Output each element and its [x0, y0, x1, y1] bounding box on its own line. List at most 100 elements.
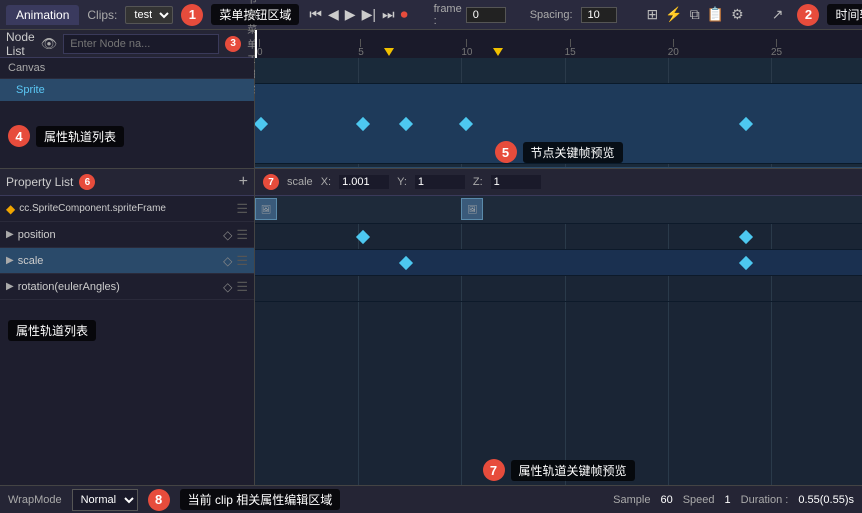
node-keyframes-area: 5 节点关键帧预览 — [255, 58, 862, 168]
frame-input[interactable] — [466, 7, 506, 23]
node-item-sprite[interactable]: Sprite — [0, 79, 254, 101]
left-panel: Node List 👁 3 节点菜单工具栏 Canvas Sprite 4 属性… — [0, 30, 255, 485]
event-marker-2 — [493, 48, 503, 56]
event-marker-1 — [384, 48, 394, 56]
wrapmode-select[interactable]: Normal — [72, 489, 138, 511]
prop-name-position: position — [18, 229, 219, 241]
node-list-label: 属性轨道列表 — [36, 126, 124, 147]
add-property-icon[interactable]: + — [239, 173, 248, 191]
wrapmode-label: WrapMode — [8, 494, 62, 506]
prop-keyframe-label: 属性轨道关键帧预览 — [510, 460, 634, 481]
node-search-input[interactable] — [63, 34, 219, 54]
y-value-input[interactable] — [415, 175, 465, 189]
frame-box: frame : — [434, 3, 506, 27]
timeline-ruler: 0 5 10 15 20 25 — [255, 30, 862, 58]
prop-item-rotation[interactable]: ▶ rotation(eulerAngles) ◇ ☰ — [0, 274, 254, 300]
current-clip-label: 当前 clip 相关属性编辑区域 — [180, 489, 341, 510]
node-keyframe-label: 节点关键帧预览 — [522, 142, 622, 163]
paste-icon[interactable]: 📋 — [705, 4, 726, 25]
pkf-spriteframe-row: 🖼 🖼 — [255, 196, 862, 224]
timeline-label: 时间轴与事件帧 — [827, 4, 862, 25]
arrow-icon-scale: ▶ — [6, 255, 14, 266]
prop-item-position[interactable]: ▶ position ◇ ☰ — [0, 222, 254, 248]
annotation-5: 5 — [494, 141, 516, 163]
annotation-4: 4 — [8, 125, 30, 147]
node-list-header: Node List 👁 3 节点菜单工具栏 — [0, 30, 254, 58]
prop-track-label: 属性轨道列表 — [8, 320, 96, 341]
prop-item-spriteframe[interactable]: ◆ cc.SpriteComponent.spriteFrame ☰ — [0, 196, 254, 222]
z-value-input[interactable] — [491, 175, 541, 189]
pkf-position-row — [255, 224, 862, 250]
ruler-tick-20: 20 — [668, 39, 679, 58]
duration-label: Duration : — [741, 494, 789, 506]
timeline-ruler-header: 0 5 10 15 20 25 — [255, 30, 862, 58]
prop-values-header: 7 scale X: Y: Z: — [255, 168, 862, 196]
ruler-tick-25: 25 — [771, 39, 782, 58]
record-button[interactable]: ⏺ — [399, 6, 410, 23]
diamond-marker-10 — [459, 116, 473, 130]
diamond-marker-24 — [739, 116, 753, 130]
node-group-canvas: Canvas — [0, 58, 254, 79]
frame-label: frame : — [434, 3, 462, 27]
duration-value: 0.55(0.55)s — [798, 494, 854, 506]
annotation-1: 1 — [181, 4, 203, 26]
prop-lines-scale: ☰ — [236, 253, 248, 269]
skip-back-button[interactable]: ⏮ — [307, 6, 324, 23]
property-list-header: Property List 6 + — [0, 168, 254, 196]
property-list-title: Property List — [6, 175, 73, 189]
scale-diamond-1 — [399, 255, 413, 269]
clips-select[interactable]: test — [125, 6, 173, 24]
top-header: Animation Clips: test 1 菜单按钮区域 ⏮ ◀ ▶ ▶| … — [0, 0, 862, 30]
skip-forward-button[interactable]: ⏭ — [380, 6, 397, 23]
grid-icon[interactable]: ⊞ — [645, 4, 661, 25]
annotation-2: 2 — [797, 4, 819, 26]
prop-lines-position: ☰ — [236, 227, 248, 243]
speed-label: Speed — [683, 494, 715, 506]
playback-controls: ⏮ ◀ ▶ ▶| ⏭ ⏺ — [307, 6, 409, 23]
arrow-icon-position: ▶ — [6, 229, 14, 240]
sprite-kf-2: 🖼 — [461, 198, 483, 220]
right-panel: 0 5 10 15 20 25 — [255, 30, 862, 485]
scale-val-label: scale — [287, 176, 313, 188]
scale-diamond-2 — [739, 255, 753, 269]
property-tracks: ◆ cc.SpriteComponent.spriteFrame ☰ ▶ pos… — [0, 196, 254, 485]
diamond-marker-7 — [399, 116, 413, 130]
diamond-marker-5 — [356, 116, 370, 130]
z-label: Z: — [473, 176, 483, 188]
diamond-empty-rotation: ◇ — [223, 280, 232, 294]
nkf-canvas-row — [255, 58, 862, 84]
spacing-label: Spacing: — [530, 9, 573, 21]
sprite-kf-1: 🖼 — [255, 198, 277, 220]
step-back-button[interactable]: ◀ — [326, 6, 341, 23]
prop-item-scale[interactable]: ▶ scale ◇ ☰ — [0, 248, 254, 274]
step-forward-button[interactable]: ▶| — [360, 6, 378, 23]
node-list-title: Node List — [6, 30, 35, 58]
spacing-input[interactable] — [581, 7, 617, 23]
expand-icon[interactable]: ↗ — [770, 4, 786, 25]
prop-lines-icon: ☰ — [236, 201, 248, 217]
play-button[interactable]: ▶ — [343, 6, 358, 23]
bolt-icon[interactable]: ⚡ — [663, 4, 684, 25]
ruler-tick-15: 15 — [565, 39, 576, 58]
x-value-input[interactable] — [339, 175, 389, 189]
ruler-tick-0: 0 — [257, 39, 263, 58]
sample-value: 60 — [660, 494, 672, 506]
diamond-empty-scale: ◇ — [223, 254, 232, 268]
annotation-7-badge: 7 — [263, 174, 279, 190]
settings-icon[interactable]: ⚙ — [729, 4, 746, 25]
eye-icon[interactable]: 👁 — [41, 36, 58, 52]
prop-name-rotation: rotation(eulerAngles) — [18, 281, 219, 293]
ruler-tick-10: 10 — [461, 39, 472, 58]
annotation-3: 3 — [225, 36, 241, 52]
prop-lines-rotation: ☰ — [236, 279, 248, 295]
pos-diamond-1 — [356, 229, 370, 243]
sample-label: Sample — [613, 494, 650, 506]
clips-label: Clips: — [87, 8, 117, 22]
animation-tab[interactable]: Animation — [6, 5, 79, 25]
timeline-cursor[interactable] — [255, 30, 257, 58]
x-label: X: — [321, 176, 331, 188]
bottom-bar: WrapMode Normal 8 当前 clip 相关属性编辑区域 Sampl… — [0, 485, 862, 513]
diamond-icon-spriteframe: ◆ — [6, 202, 15, 216]
pkf-rotation-row — [255, 276, 862, 302]
copy-icon[interactable]: ⧉ — [688, 4, 702, 25]
